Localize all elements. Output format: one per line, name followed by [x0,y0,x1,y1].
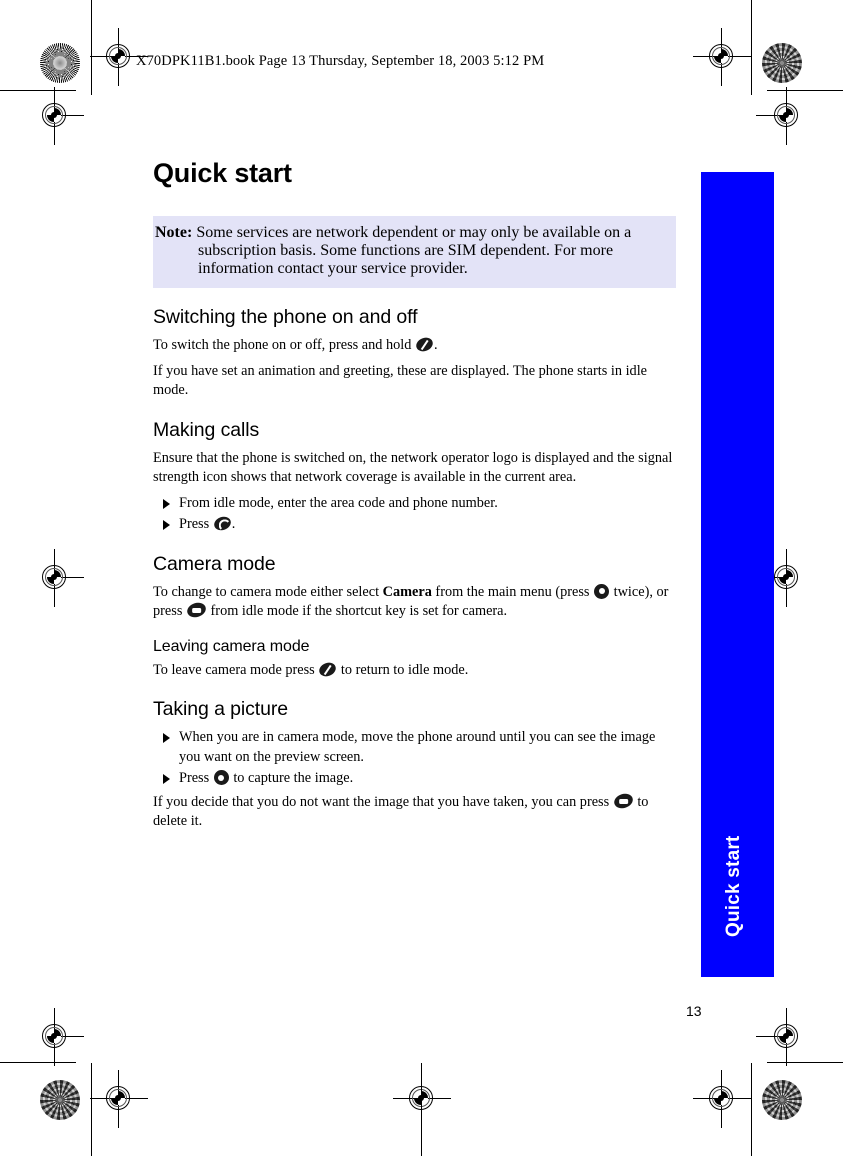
step-text-before: Press [179,516,213,532]
paragraph-switch-phone: To switch the phone on or off, press and… [153,335,678,356]
registration-target-top-left [90,28,148,86]
page-title: Quick start [153,158,292,188]
steps-taking-picture: When you are in camera mode, move the ph… [153,728,678,789]
list-item: Press to capture the image. [153,769,678,789]
camera-text-a: To change to camera mode either select [153,583,383,600]
registration-target-upper-right [756,87,804,145]
camera-menu-bold: Camera [382,583,432,600]
crop-guide-horizontal-top-left [0,90,76,91]
paragraph-change-camera-mode: To change to camera mode either select C… [153,583,678,622]
chapter-side-tab: Quick start [701,172,774,977]
paragraph-ensure-phone-on: Ensure that the phone is switched on, th… [153,449,673,486]
step-text: When you are in camera mode, move the ph… [179,729,656,765]
section-heading-making-calls: Making calls [153,418,260,441]
section-heading-camera-mode: Camera mode [153,552,276,575]
subsection-heading-leaving-camera-mode: Leaving camera mode [153,637,310,655]
crop-guide-vertical-left [91,0,92,95]
chapter-side-tab-label: Quick start [723,835,744,937]
leave-camera-text-before: To leave camera mode press [153,661,319,678]
select-key-icon [213,770,229,785]
registration-target-bottom-left [90,1070,148,1128]
step-text-after: . [231,516,236,532]
registration-target-middle-left [38,549,84,607]
note-callout-box: Note: Some services are network dependen… [153,216,676,288]
crop-guide-vertical-right-bottom [751,1063,752,1156]
crop-guide-horizontal-bottom-left [0,1062,76,1063]
section-heading-switching-phone: Switching the phone on and off [153,306,418,328]
bullet-triangle-icon [163,498,170,509]
switch-phone-text-before: To switch the phone on or off, press and… [153,337,415,353]
page-content: Quick start Note: Some services are netw… [153,158,678,838]
crop-guide-vertical-right [751,0,752,95]
camera-text-d: from idle mode if the shortcut key is se… [206,603,508,619]
registration-target-bottom-right [693,1070,751,1128]
registration-target-lower-right [756,1008,804,1066]
registration-starburst-top-left [40,43,80,83]
list-item: When you are in camera mode, move the ph… [153,728,678,767]
paragraph-delete-image: If you decide that you do not want the i… [153,790,678,832]
crop-guide-horizontal-bottom-right [767,1062,843,1063]
registration-target-bottom-center [393,1070,451,1128]
power-key-icon [317,659,339,679]
switch-phone-text-after: . [434,337,438,353]
power-key-icon [414,335,435,354]
registration-pinwheel-top-right [762,43,802,83]
bullet-triangle-icon [163,774,170,784]
file-header-text: X70DPK11B1.book Page 13 Thursday, Septem… [136,53,545,69]
paragraph-animation-greeting: If you have set an animation and greetin… [153,362,648,399]
section-heading-taking-picture: Taking a picture [153,698,288,720]
paragraph-leave-camera-mode: To leave camera mode press to return to … [153,659,678,681]
leave-camera-text-after: to return to idle mode. [337,661,469,678]
note-label: Note: [155,224,193,241]
registration-target-lower-left [38,1008,84,1066]
registration-target-upper-left [38,87,84,145]
delete-text-before: If you decide that you do not want the i… [153,793,613,810]
registration-pinwheel-bottom-left [40,1080,80,1120]
select-key-icon [594,583,610,599]
call-key-icon [212,514,233,533]
registration-target-middle-right [756,549,804,607]
crop-guide-horizontal-top-right [767,90,843,91]
bullet-triangle-icon [163,733,170,743]
camera-shortcut-key-icon [185,600,208,620]
registration-pinwheel-bottom-right [762,1080,802,1120]
bullet-triangle-icon [163,520,170,530]
camera-shortcut-key-icon [612,790,635,811]
steps-making-calls: From idle mode, enter the area code and … [153,494,678,535]
camera-text-b: from the main menu (press [431,583,594,600]
registration-target-top-right [693,28,751,86]
list-item: From idle mode, enter the area code and … [153,494,678,514]
page-number: 13 [686,1003,702,1019]
list-item: Press . [153,514,678,535]
step-text-before: Press [179,770,213,786]
step-text: From idle mode, enter the area code and … [179,494,498,511]
step-text-after: to capture the image. [229,770,354,786]
note-text: Some services are network dependent or m… [196,224,632,277]
crop-guide-vertical-left-bottom [91,1063,92,1156]
crop-guide-vertical-bottom-center [421,1063,422,1156]
